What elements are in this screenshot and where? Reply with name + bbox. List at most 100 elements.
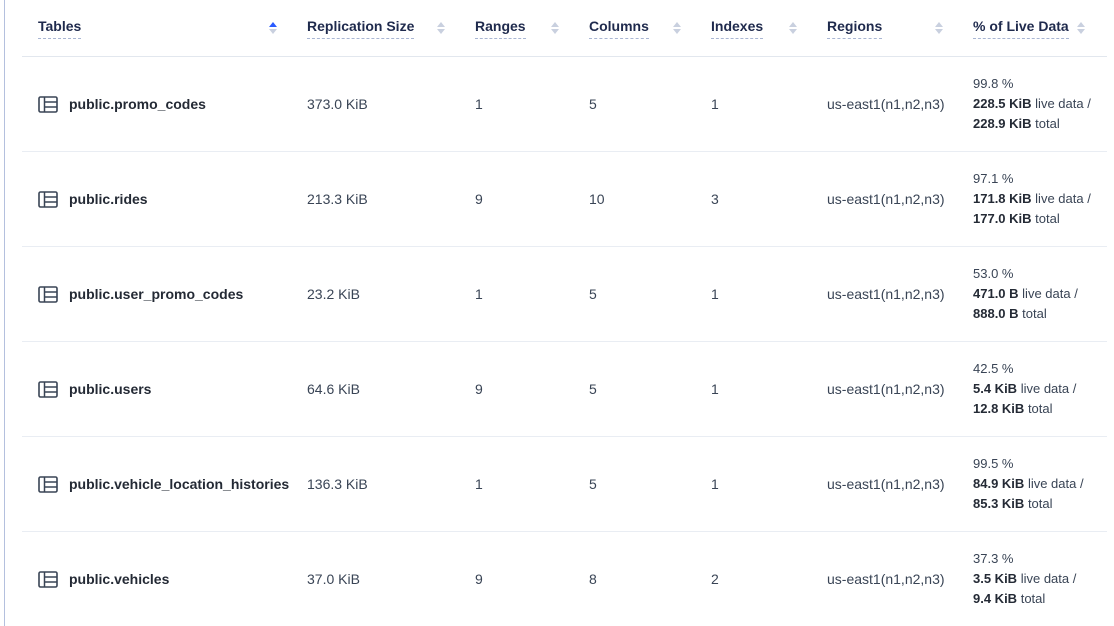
regions-cell: us-east1(n1,n2,n3) bbox=[827, 247, 973, 342]
sort-icon[interactable] bbox=[1077, 22, 1085, 34]
column-header-ranges[interactable]: Ranges bbox=[475, 0, 589, 57]
total-size-line: 12.8 KiB total bbox=[973, 399, 1107, 419]
table-name-link[interactable]: public.users bbox=[69, 381, 151, 397]
column-header-ranges-label: Ranges bbox=[475, 18, 526, 39]
replication-size-cell: 64.6 KiB bbox=[307, 342, 475, 437]
table-name-link[interactable]: public.vehicles bbox=[69, 571, 169, 587]
table-row[interactable]: public.vehicles 37.0 KiB 9 8 2 us-east1(… bbox=[22, 532, 1107, 626]
live-data-cell: 97.1 % 171.8 KiB live data / 177.0 KiB t… bbox=[973, 152, 1107, 247]
sort-icon[interactable] bbox=[269, 22, 277, 34]
table-row[interactable]: public.vehicle_location_histories 136.3 … bbox=[22, 437, 1107, 532]
live-data-percent: 97.1 % bbox=[973, 169, 1107, 189]
replication-size-cell: 373.0 KiB bbox=[307, 57, 475, 152]
live-data-size-line: 84.9 KiB live data / bbox=[973, 474, 1107, 494]
table-name-cell: public.users bbox=[22, 342, 307, 437]
replication-size-cell: 213.3 KiB bbox=[307, 152, 475, 247]
sort-icon[interactable] bbox=[551, 22, 559, 34]
database-tables-list: Tables Replication Size Ranges Columns bbox=[22, 0, 1107, 626]
regions-cell: us-east1(n1,n2,n3) bbox=[827, 57, 973, 152]
live-data-size-line: 228.5 KiB live data / bbox=[973, 94, 1107, 114]
live-data-size-line: 471.0 B live data / bbox=[973, 284, 1107, 304]
column-header-columns[interactable]: Columns bbox=[589, 0, 711, 57]
column-header-indexes-label: Indexes bbox=[711, 18, 763, 39]
sort-icon[interactable] bbox=[935, 22, 943, 34]
caret-up-icon bbox=[551, 22, 559, 27]
caret-up-icon bbox=[935, 22, 943, 27]
indexes-cell: 3 bbox=[711, 152, 827, 247]
live-data-cell: 99.8 % 228.5 KiB live data / 228.9 KiB t… bbox=[973, 57, 1107, 152]
table-icon bbox=[38, 571, 58, 588]
columns-cell: 5 bbox=[589, 57, 711, 152]
indexes-cell: 1 bbox=[711, 342, 827, 437]
column-header-columns-label: Columns bbox=[589, 18, 649, 39]
table-icon bbox=[38, 381, 58, 398]
table-icon bbox=[38, 286, 58, 303]
table-row[interactable]: public.rides 213.3 KiB 9 10 3 us-east1(n… bbox=[22, 152, 1107, 247]
caret-up-icon bbox=[789, 22, 797, 27]
live-data-size-line: 171.8 KiB live data / bbox=[973, 189, 1107, 209]
live-data-size-line: 5.4 KiB live data / bbox=[973, 379, 1107, 399]
ranges-cell: 9 bbox=[475, 152, 589, 247]
indexes-cell: 2 bbox=[711, 532, 827, 626]
table-name-link[interactable]: public.promo_codes bbox=[69, 96, 206, 112]
ranges-cell: 1 bbox=[475, 437, 589, 532]
columns-cell: 10 bbox=[589, 152, 711, 247]
table-row[interactable]: public.users 64.6 KiB 9 5 1 us-east1(n1,… bbox=[22, 342, 1107, 437]
replication-size-cell: 37.0 KiB bbox=[307, 532, 475, 626]
table-icon bbox=[38, 476, 58, 493]
sort-icon[interactable] bbox=[789, 22, 797, 34]
total-size-line: 177.0 KiB total bbox=[973, 209, 1107, 229]
table-name-cell: public.vehicle_location_histories bbox=[22, 437, 307, 532]
live-data-percent: 37.3 % bbox=[973, 549, 1107, 569]
caret-up-icon bbox=[673, 22, 681, 27]
live-data-percent: 99.8 % bbox=[973, 74, 1107, 94]
sort-icon[interactable] bbox=[673, 22, 681, 34]
caret-down-icon bbox=[551, 29, 559, 34]
caret-up-icon bbox=[1077, 22, 1085, 27]
ranges-cell: 9 bbox=[475, 342, 589, 437]
live-data-percent: 99.5 % bbox=[973, 454, 1107, 474]
caret-up-icon bbox=[437, 22, 445, 27]
caret-down-icon bbox=[269, 29, 277, 34]
table-row[interactable]: public.user_promo_codes 23.2 KiB 1 5 1 u… bbox=[22, 247, 1107, 342]
column-header-replication-size-label: Replication Size bbox=[307, 18, 414, 39]
total-size-line: 85.3 KiB total bbox=[973, 494, 1107, 514]
column-header-replication-size[interactable]: Replication Size bbox=[307, 0, 475, 57]
indexes-cell: 1 bbox=[711, 247, 827, 342]
columns-cell: 8 bbox=[589, 532, 711, 626]
columns-cell: 5 bbox=[589, 342, 711, 437]
live-data-cell: 53.0 % 471.0 B live data / 888.0 B total bbox=[973, 247, 1107, 342]
indexes-cell: 1 bbox=[711, 437, 827, 532]
table-name-cell: public.rides bbox=[22, 152, 307, 247]
total-size-line: 888.0 B total bbox=[973, 304, 1107, 324]
replication-size-cell: 136.3 KiB bbox=[307, 437, 475, 532]
live-data-cell: 37.3 % 3.5 KiB live data / 9.4 KiB total bbox=[973, 532, 1107, 626]
replication-size-cell: 23.2 KiB bbox=[307, 247, 475, 342]
total-size-line: 9.4 KiB total bbox=[973, 589, 1107, 609]
indexes-cell: 1 bbox=[711, 57, 827, 152]
regions-cell: us-east1(n1,n2,n3) bbox=[827, 437, 973, 532]
columns-cell: 5 bbox=[589, 247, 711, 342]
live-data-percent: 53.0 % bbox=[973, 264, 1107, 284]
columns-cell: 5 bbox=[589, 437, 711, 532]
table-name-link[interactable]: public.rides bbox=[69, 191, 148, 207]
ranges-cell: 1 bbox=[475, 57, 589, 152]
column-header-regions[interactable]: Regions bbox=[827, 0, 973, 57]
table-icon bbox=[38, 96, 58, 113]
table-name-link[interactable]: public.vehicle_location_histories bbox=[69, 476, 289, 492]
sort-icon[interactable] bbox=[437, 22, 445, 34]
table-name-link[interactable]: public.user_promo_codes bbox=[69, 286, 243, 302]
column-header-tables[interactable]: Tables bbox=[22, 0, 307, 57]
column-header-live-data[interactable]: % of Live Data bbox=[973, 0, 1107, 57]
ranges-cell: 1 bbox=[475, 247, 589, 342]
table-name-cell: public.user_promo_codes bbox=[22, 247, 307, 342]
regions-cell: us-east1(n1,n2,n3) bbox=[827, 342, 973, 437]
caret-down-icon bbox=[437, 29, 445, 34]
regions-cell: us-east1(n1,n2,n3) bbox=[827, 152, 973, 247]
caret-down-icon bbox=[673, 29, 681, 34]
column-header-indexes[interactable]: Indexes bbox=[711, 0, 827, 57]
table-row[interactable]: public.promo_codes 373.0 KiB 1 5 1 us-ea… bbox=[22, 57, 1107, 152]
live-data-percent: 42.5 % bbox=[973, 359, 1107, 379]
column-header-live-data-label: % of Live Data bbox=[973, 18, 1069, 39]
regions-cell: us-east1(n1,n2,n3) bbox=[827, 532, 973, 626]
